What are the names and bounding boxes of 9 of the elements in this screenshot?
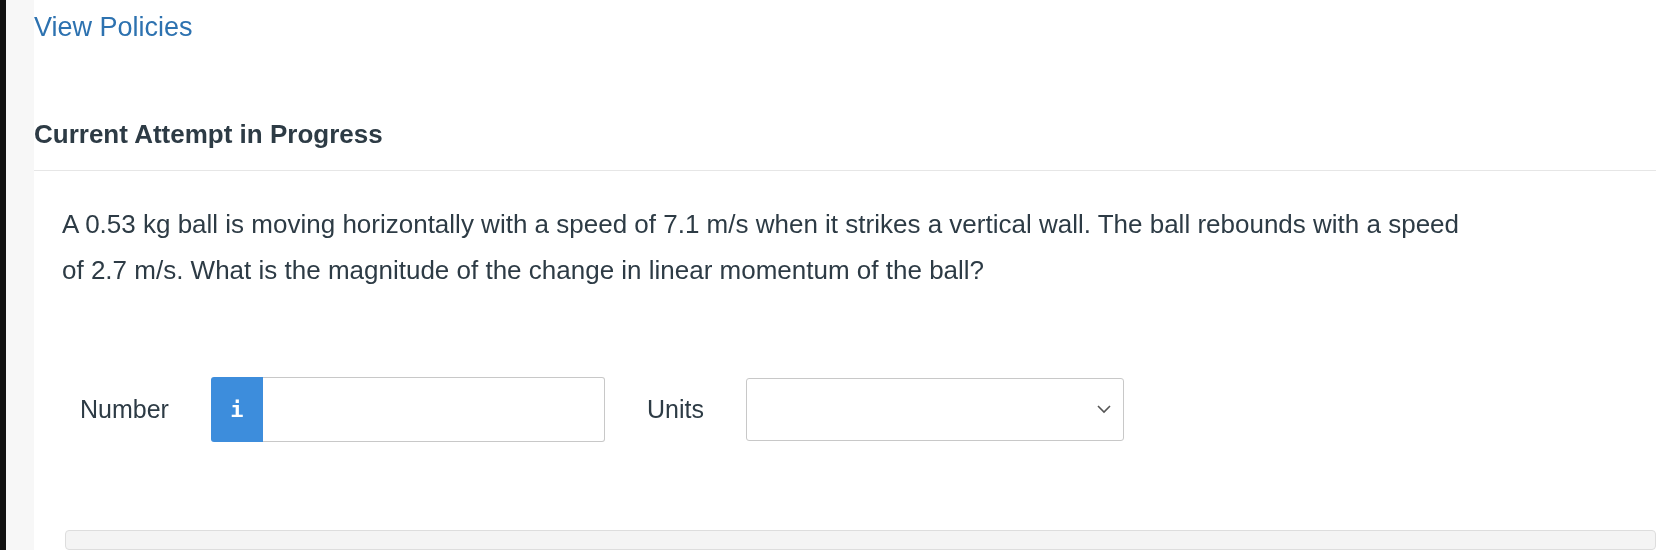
number-input-field[interactable] — [262, 377, 605, 442]
question-text: A 0.53 kg ball is moving horizontally with a speed of 7.1 m/s when it strikes a vertical wall. The ball rebounds with a speed of 2.7 m/s. What is the magnitude of the change in linear momentum of the ball? — [62, 208, 1461, 287]
number-label: Number — [80, 395, 169, 424]
section-heading: Current Attempt in Progress — [34, 119, 383, 150]
info-button[interactable]: i — [210, 377, 263, 442]
units-dropdown[interactable] — [745, 378, 1124, 441]
units-label: Units — [646, 395, 704, 424]
view-policies-link[interactable]: View Policies — [34, 12, 193, 43]
chevron-down-icon — [1096, 405, 1111, 414]
